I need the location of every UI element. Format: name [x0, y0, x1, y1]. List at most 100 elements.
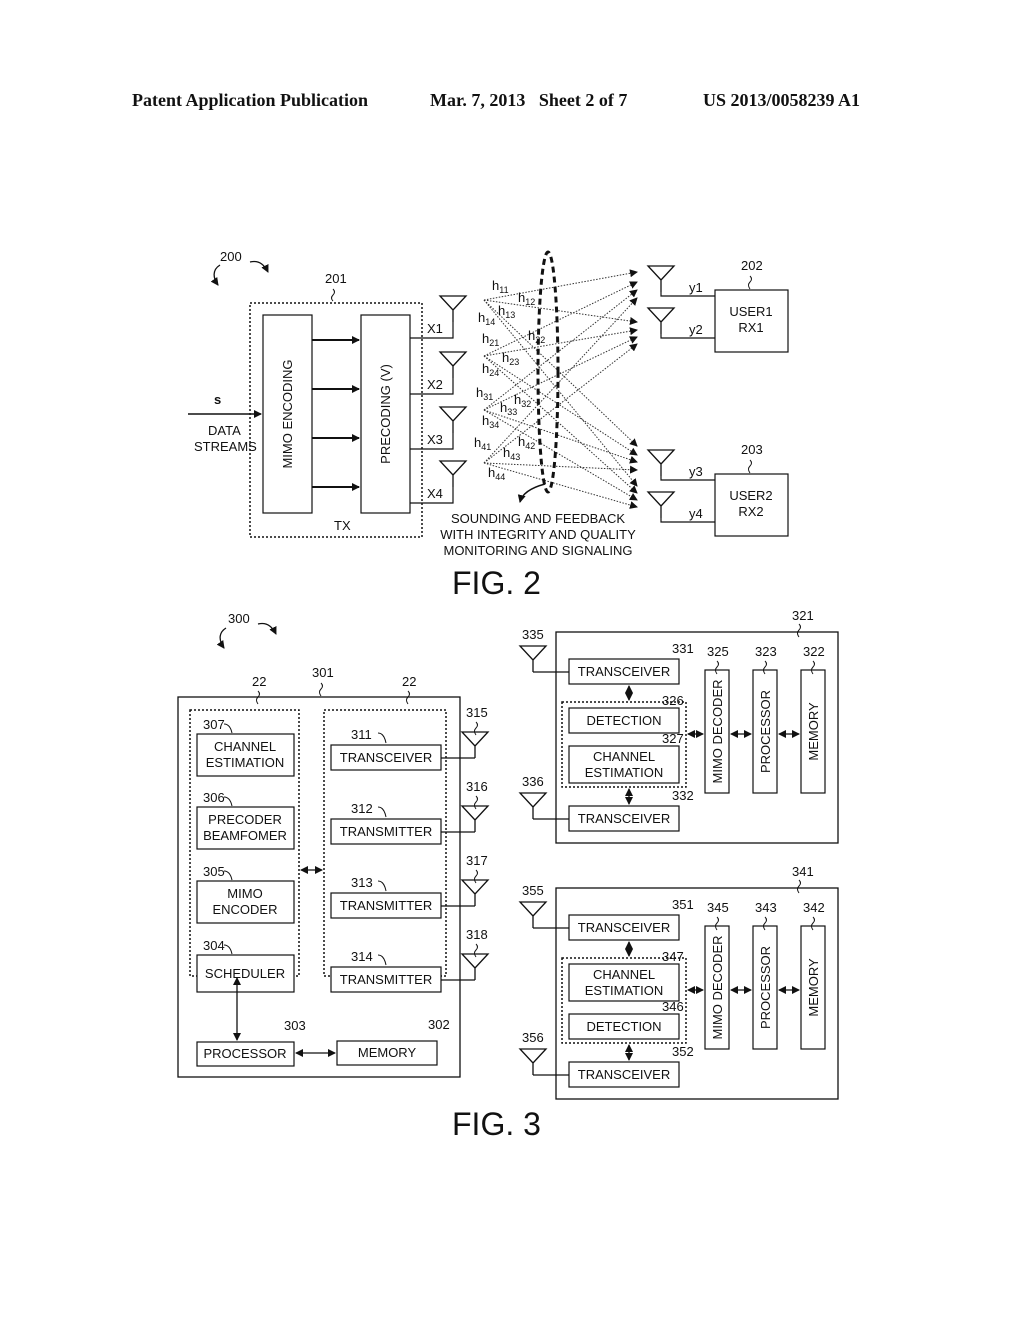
leader-squiggle — [223, 796, 233, 807]
rx-memory-ref: 342 — [803, 900, 825, 915]
channel-symbol: h — [518, 434, 525, 449]
antenna-ref: 335 — [522, 627, 544, 642]
antenna-ref: 336 — [522, 774, 544, 789]
inner-block-ref: 326 — [662, 693, 684, 708]
block-label-line2: ESTIMATION — [585, 983, 663, 998]
feedback-note-line1: SOUNDING AND FEEDBACK — [451, 511, 625, 526]
leader-squiggle — [223, 723, 233, 734]
antenna-ref: 317 — [466, 853, 488, 868]
feedback-note-line3: MONITORING AND SIGNALING — [443, 543, 632, 558]
tx-antenna-icon — [438, 460, 468, 487]
rx-memory-label: MEMORY — [806, 958, 821, 1017]
channel-symbol: h — [502, 350, 509, 365]
memory-302-label: MEMORY — [358, 1045, 417, 1060]
transceiver-label: TRANSCEIVER — [578, 664, 670, 679]
ref-300: 300 — [228, 611, 250, 626]
block-ref: 312 — [351, 801, 373, 816]
rx-antenna-icon — [518, 1048, 548, 1075]
ref-200: 200 — [220, 249, 242, 264]
channel-coefficient-label: h31 — [476, 385, 493, 402]
block-ref: 306 — [203, 790, 225, 805]
block-label: TRANSMITTER — [340, 898, 432, 913]
antenna-ref: 316 — [466, 779, 488, 794]
block-label: TRANSCEIVER — [340, 750, 432, 765]
transceiver-label: TRANSCEIVER — [578, 811, 670, 826]
block-label-line2: ESTIMATION — [206, 755, 284, 770]
rx-processor-label: PROCESSOR — [758, 946, 773, 1029]
rx-feed-line — [660, 334, 715, 339]
leader-squiggle — [223, 870, 233, 881]
channel-symbol: h — [478, 310, 485, 325]
tx-antenna-icon — [438, 351, 468, 378]
leader-squiggle — [223, 944, 233, 955]
rx-label: RX1 — [738, 320, 763, 335]
leader-squiggle — [377, 806, 387, 818]
curved-arrow-icon — [249, 260, 269, 273]
channel-path-line — [483, 462, 638, 474]
channel-symbol: h — [476, 385, 483, 400]
receiver-ref: 341 — [792, 864, 814, 879]
transceiver-ref: 332 — [672, 788, 694, 803]
leader-squiggle — [331, 288, 335, 302]
rx-feed-line — [660, 292, 715, 297]
bs-antenna-icon — [460, 953, 490, 980]
channel-coefficient-label: h24 — [482, 361, 499, 378]
user-ref: 202 — [741, 258, 763, 273]
channel-symbol: h — [482, 331, 489, 346]
channel-subscript: 24 — [489, 368, 499, 378]
tx-antenna-icon — [438, 406, 468, 433]
leader-squiggle — [474, 943, 478, 958]
rx-antenna-icon — [646, 265, 676, 292]
block-label-line1: DETECTION — [586, 713, 661, 728]
rx-output-label: y4 — [689, 506, 703, 521]
rx-processor-ref: 323 — [755, 644, 777, 659]
channel-coefficient-label: h34 — [482, 413, 499, 430]
rx-decoder-ref: 345 — [707, 900, 729, 915]
channel-subscript: 42 — [525, 441, 535, 451]
rx-label: RX2 — [738, 504, 763, 519]
channel-subscript: 22 — [535, 335, 545, 345]
channel-coefficient-label: h14 — [478, 310, 495, 327]
fig3-caption: FIG. 3 — [452, 1106, 541, 1142]
rx-antenna-icon — [518, 645, 548, 672]
transceiver-label: TRANSCEIVER — [578, 1067, 670, 1082]
block-label-line1: CHANNEL — [593, 749, 655, 764]
user-label: USER2 — [729, 488, 772, 503]
fig2: 200 201 TX MIMO ENCODING PRECODING (V) s… — [188, 249, 789, 601]
channel-subscript: 12 — [525, 297, 535, 307]
leader-squiggle — [474, 869, 478, 884]
tx-antenna-icon — [438, 295, 468, 322]
user-label: USER1 — [729, 304, 772, 319]
channel-coefficient-label: h23 — [502, 350, 519, 367]
channel-coefficient-label: h42 — [518, 434, 535, 451]
ref-201: 201 — [325, 271, 347, 286]
leader-squiggle — [474, 721, 478, 736]
tx-label: TX — [334, 518, 351, 533]
channel-subscript: 33 — [507, 407, 517, 417]
channel-symbol: h — [514, 392, 521, 407]
rx-antenna-icon — [646, 449, 676, 476]
bs-antenna-icon — [460, 731, 490, 758]
inner-block-ref: 346 — [662, 999, 684, 1014]
channel-subscript: 14 — [485, 317, 495, 327]
ref-301: 301 — [312, 665, 334, 680]
channel-subscript: 21 — [489, 338, 499, 348]
channel-symbol: h — [503, 445, 510, 460]
channel-subscript: 34 — [489, 420, 499, 430]
antenna-ref: 355 — [522, 883, 544, 898]
feedback-pointer-arrow — [517, 483, 546, 503]
curved-arrow-icon — [210, 264, 221, 286]
rx-antenna-icon — [518, 901, 548, 928]
receiver-ref: 321 — [792, 608, 814, 623]
processor-303-label: PROCESSOR — [203, 1046, 286, 1061]
leader-squiggle — [377, 954, 387, 966]
ref-22-right: 22 — [402, 674, 416, 689]
channel-symbol: h — [492, 278, 499, 293]
channel-subscript: 11 — [499, 285, 508, 295]
block-label-line1: MIMO — [227, 886, 262, 901]
inner-block-ref: 347 — [662, 949, 684, 964]
channel-coefficient-label: h13 — [498, 303, 515, 320]
leader-squiggle — [319, 682, 323, 697]
rx-processor-ref: 343 — [755, 900, 777, 915]
channel-symbol: h — [518, 290, 525, 305]
